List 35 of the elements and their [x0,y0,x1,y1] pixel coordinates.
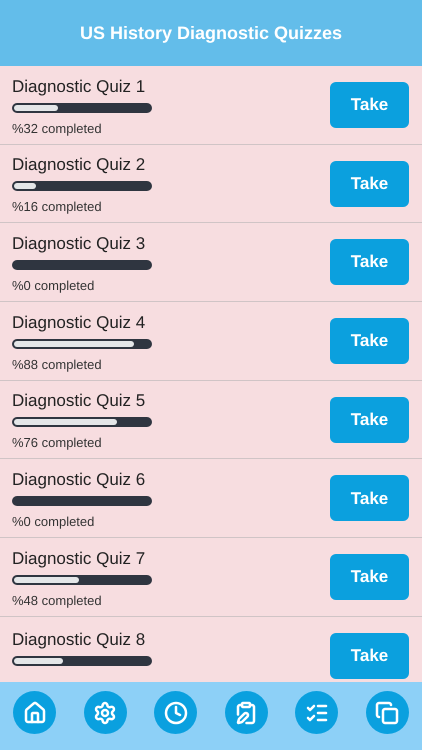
progress-text: %76 completed [12,434,103,452]
progress-text: %88 completed [12,356,103,374]
quiz-title: Diagnostic Quiz 3 [12,232,146,255]
progress-text: %32 completed [12,120,103,138]
quiz-title: Diagnostic Quiz 5 [12,390,146,412]
home-icon [22,700,46,724]
take-button[interactable]: Take [330,396,409,443]
clock-icon [164,700,188,724]
quiz-title: Diagnostic Quiz 7 [12,548,146,570]
quiz-title: Diagnostic Quiz 1 [12,76,146,98]
progress-text: %16 completed [12,198,103,216]
home-tab[interactable] [13,691,56,734]
copy-tab[interactable] [366,691,409,734]
quiz-title: Diagnostic Quiz 8 [12,628,146,651]
copy-icon [375,700,400,724]
take-button[interactable]: Take [330,239,409,286]
settings-tab[interactable] [84,691,127,734]
clipboard-pen-icon [234,700,258,724]
clipboard-pen-tab[interactable] [224,691,268,734]
checklist-tab[interactable] [295,691,338,734]
quiz-title: Diagnostic Quiz 2 [12,154,146,176]
take-button[interactable]: Take [330,554,409,600]
page-title: US History Diagnostic Quizzes [80,22,342,45]
take-button[interactable]: Take [330,160,409,207]
take-button[interactable]: Take [330,475,409,522]
take-button[interactable]: Take [330,318,409,364]
progress-text: %48 completed [12,592,103,610]
quiz-title: Diagnostic Quiz 4 [12,312,146,334]
settings-icon [93,700,118,724]
progress-text: %0 completed [12,513,96,532]
progress-text: %0 completed [12,276,96,295]
take-button[interactable]: Take [330,632,409,679]
take-button[interactable]: Take [330,82,409,128]
clock-tab[interactable] [154,691,198,734]
quiz-title: Diagnostic Quiz 6 [12,469,146,492]
